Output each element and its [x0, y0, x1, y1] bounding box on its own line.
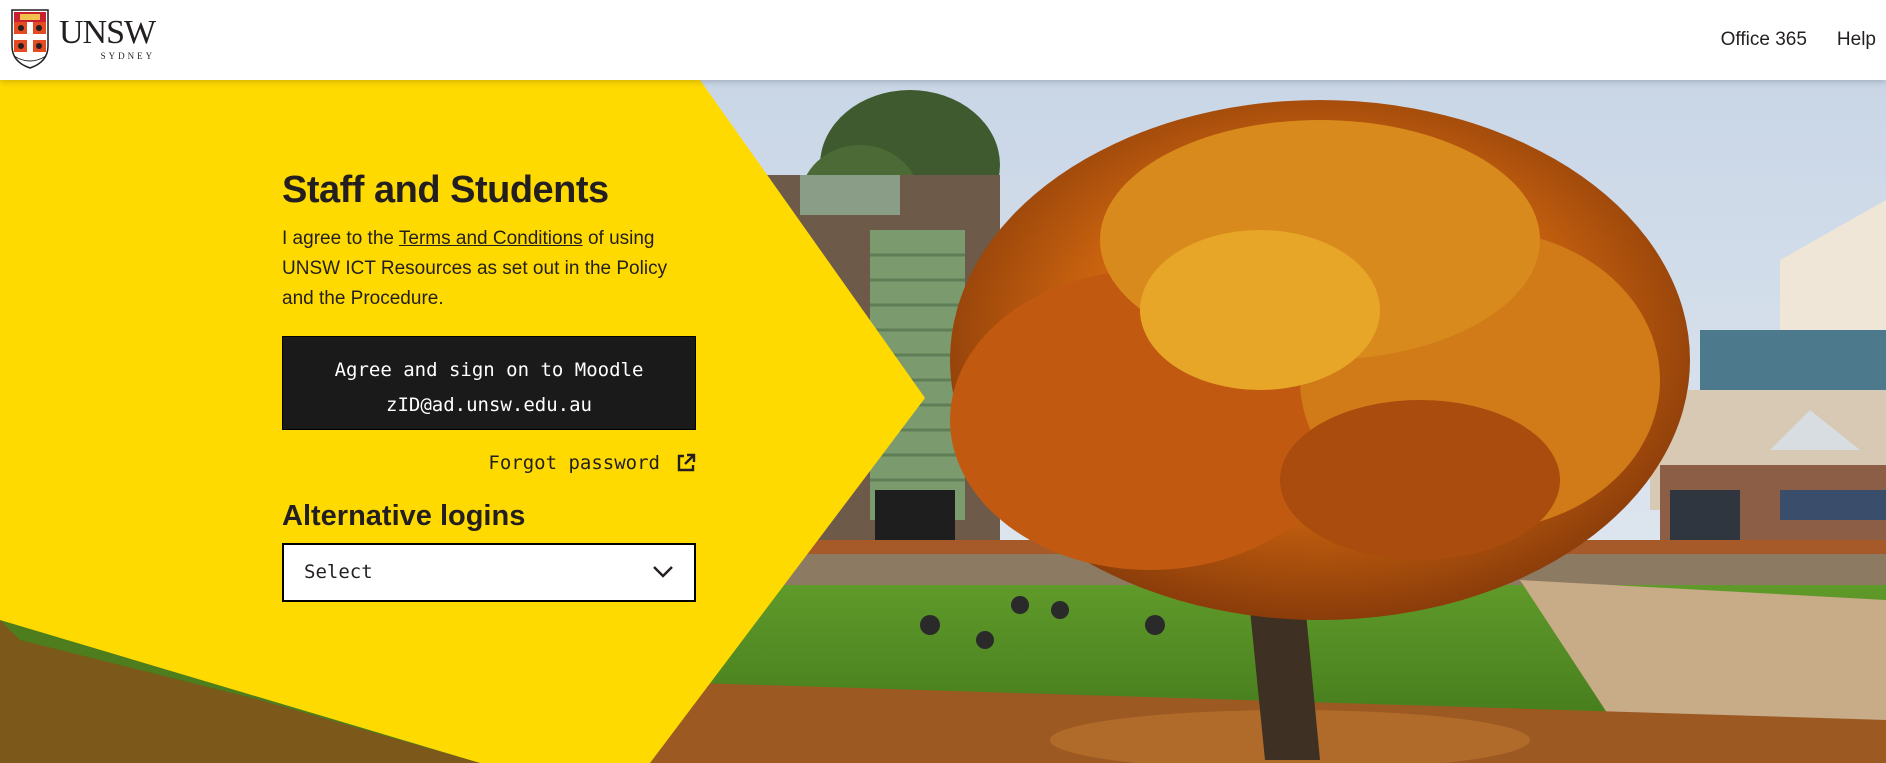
agree-sign-on-button[interactable]: Agree and sign on to Moodle zID@ad.unsw.…	[282, 335, 696, 430]
unsw-crest-icon	[11, 9, 49, 69]
external-link-icon	[677, 453, 696, 471]
agree-prefix: I agree to the	[282, 227, 399, 249]
hero-section: Staff and Students I agree to the Terms …	[0, 80, 1886, 763]
alternative-logins-select[interactable]: Select	[282, 542, 696, 602]
nav-office-365-link[interactable]: Office 365	[1721, 29, 1807, 51]
signon-label: Agree and sign on to Moodle	[334, 358, 644, 381]
site-header: UNSW SYDNEY Office 365 Help	[0, 0, 1886, 80]
forgot-password-link[interactable]: Forgot password	[282, 452, 696, 474]
select-value: Select	[304, 561, 373, 584]
login-title: Staff and Students	[282, 169, 609, 211]
login-panel: Staff and Students I agree to the Terms …	[282, 169, 696, 602]
unsw-logo[interactable]: UNSW SYDNEY	[10, 8, 156, 70]
nav-help-link[interactable]: Help	[1837, 29, 1876, 51]
logo-wordmark: UNSW	[59, 14, 156, 51]
chevron-down-icon	[653, 566, 673, 578]
signon-zid-label: zID@ad.unsw.edu.au	[386, 393, 592, 416]
logo-subtitle: SYDNEY	[100, 51, 156, 61]
alternative-logins-heading: Alternative logins	[282, 499, 526, 532]
terms-and-conditions-link[interactable]: Terms and Conditions	[399, 228, 583, 249]
header-nav: Office 365 Help	[1691, 0, 1876, 80]
terms-agreement-text: I agree to the Terms and Conditions of u…	[282, 224, 696, 314]
forgot-password-label: Forgot password	[488, 451, 660, 474]
